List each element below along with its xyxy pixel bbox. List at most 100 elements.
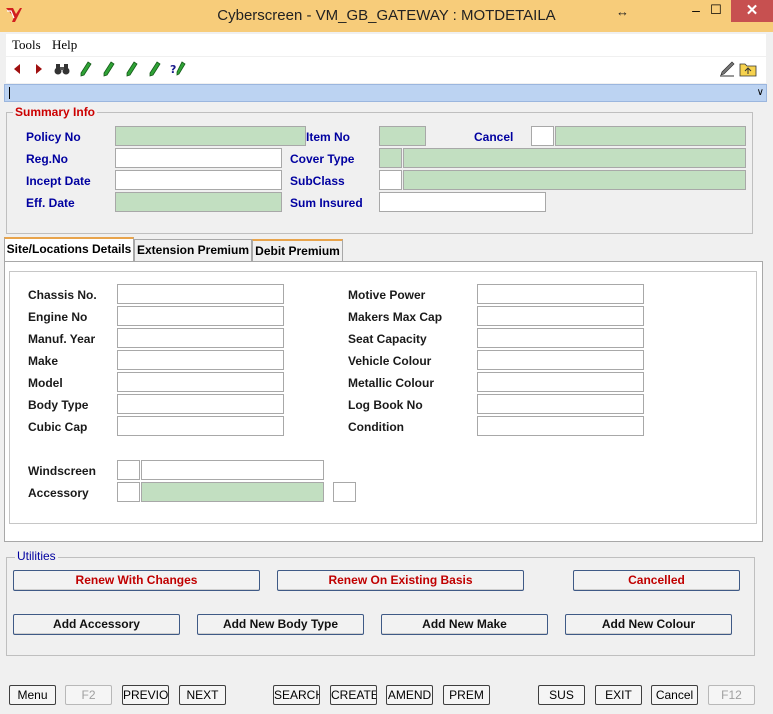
add-new-body-type-button[interactable]: Add New Body Type: [197, 614, 364, 635]
pen-icon[interactable]: [146, 60, 164, 78]
reg-no-label: Reg.No: [26, 152, 68, 166]
sus-button[interactable]: SUS: [538, 685, 585, 705]
pen-icon[interactable]: [100, 60, 118, 78]
accessory-label: Accessory: [28, 486, 89, 500]
seat-capacity-field[interactable]: [477, 328, 644, 348]
menu-bar: Tools Help: [6, 34, 766, 56]
cancelled-button[interactable]: Cancelled: [573, 570, 740, 591]
navigation-combo[interactable]: ∨: [4, 84, 767, 102]
cubic-cap-field[interactable]: [117, 416, 284, 436]
summary-info-title: Summary Info: [13, 105, 98, 119]
add-new-colour-button[interactable]: Add New Colour: [565, 614, 732, 635]
pen-icon[interactable]: [123, 60, 141, 78]
cubic-cap-label: Cubic Cap: [28, 420, 88, 434]
previous-button[interactable]: PREVIO: [122, 685, 169, 705]
create-button[interactable]: CREATE: [330, 685, 377, 705]
eff-date-field[interactable]: [115, 192, 282, 212]
prem-button[interactable]: PREM: [443, 685, 490, 705]
renew-with-changes-button[interactable]: Renew With Changes: [13, 570, 260, 591]
sum-insured-label: Sum Insured: [290, 196, 363, 210]
maximize-button[interactable]: ☐: [703, 0, 729, 22]
cover-type-label: Cover Type: [290, 152, 355, 166]
edit-pencil-icon[interactable]: [718, 60, 736, 78]
metallic-colour-field[interactable]: [477, 372, 644, 392]
tab-debit-premium[interactable]: Debit Premium: [252, 239, 343, 262]
sum-insured-field[interactable]: [379, 192, 546, 212]
windscreen-code-field[interactable]: [117, 460, 140, 480]
item-no-field[interactable]: [379, 126, 426, 146]
menu-tools[interactable]: Tools: [12, 37, 41, 53]
binoculars-icon[interactable]: [53, 60, 71, 78]
next-button[interactable]: NEXT: [179, 685, 226, 705]
folder-icon[interactable]: [739, 60, 757, 78]
search-button[interactable]: SEARCH: [273, 685, 320, 705]
subclass-label: SubClass: [290, 174, 345, 188]
add-new-make-button[interactable]: Add New Make: [381, 614, 548, 635]
reg-no-field[interactable]: [115, 148, 282, 168]
cancel-label: Cancel: [474, 130, 514, 144]
policy-no-field[interactable]: [115, 126, 306, 146]
windscreen-desc-field[interactable]: [141, 460, 324, 480]
renew-on-existing-basis-button[interactable]: Renew On Existing Basis: [277, 570, 524, 591]
makers-max-cap-label: Makers Max Cap: [348, 310, 443, 324]
log-book-no-field[interactable]: [477, 394, 644, 414]
manuf-year-field[interactable]: [117, 328, 284, 348]
text-caret: [9, 87, 10, 99]
model-field[interactable]: [117, 372, 284, 392]
eff-date-label: Eff. Date: [26, 196, 75, 210]
incept-date-label: Incept Date: [26, 174, 91, 188]
menu-help[interactable]: Help: [52, 37, 77, 53]
item-no-label: Item No: [306, 130, 351, 144]
motive-power-field[interactable]: [477, 284, 644, 304]
windscreen-label: Windscreen: [28, 464, 96, 478]
svg-text:?: ?: [170, 63, 176, 76]
subclass-desc-field[interactable]: [403, 170, 746, 190]
cover-type-code-field[interactable]: [379, 148, 402, 168]
tab-extension-premium[interactable]: Extension Premium: [134, 239, 252, 262]
accessory-desc-field[interactable]: [141, 482, 324, 502]
cancel-button[interactable]: Cancel: [651, 685, 698, 705]
resize-icon: ↔: [616, 4, 629, 19]
accessory-extra-field[interactable]: [333, 482, 356, 502]
condition-field[interactable]: [477, 416, 644, 436]
engine-no-label: Engine No: [28, 310, 88, 324]
utilities-title: Utilities: [15, 549, 58, 563]
f2-button[interactable]: F2: [65, 685, 112, 705]
engine-no-field[interactable]: [117, 306, 284, 326]
cancel-code-field[interactable]: [531, 126, 554, 146]
manuf-year-label: Manuf. Year: [28, 332, 96, 346]
help-pen-icon[interactable]: ?: [169, 60, 187, 78]
window-title: Cyberscreen - VM_GB_GATEWAY : MOTDETAILA: [217, 7, 556, 24]
exit-button[interactable]: EXIT: [595, 685, 642, 705]
chassis-no-label: Chassis No.: [28, 288, 97, 302]
forward-arrow-icon[interactable]: [30, 60, 48, 78]
cancel-desc-field[interactable]: [555, 126, 746, 146]
chevron-down-icon[interactable]: ∨: [757, 85, 764, 101]
log-book-no-label: Log Book No: [348, 398, 423, 412]
chassis-no-field[interactable]: [117, 284, 284, 304]
metallic-colour-label: Metallic Colour: [348, 376, 435, 390]
policy-no-label: Policy No: [26, 130, 81, 144]
seat-capacity-label: Seat Capacity: [348, 332, 427, 346]
back-arrow-icon[interactable]: [8, 60, 26, 78]
title-bar: Cyberscreen - VM_GB_GATEWAY : MOTDETAILA…: [0, 0, 773, 32]
body-type-field[interactable]: [117, 394, 284, 414]
f12-button[interactable]: F12: [708, 685, 755, 705]
vehicle-colour-field[interactable]: [477, 350, 644, 370]
menu-button[interactable]: Menu: [9, 685, 56, 705]
amend-button[interactable]: AMEND: [386, 685, 433, 705]
makers-max-cap-field[interactable]: [477, 306, 644, 326]
incept-date-field[interactable]: [115, 170, 282, 190]
make-field[interactable]: [117, 350, 284, 370]
pen-icon[interactable]: [77, 60, 95, 78]
condition-label: Condition: [348, 420, 404, 434]
tab-site-locations[interactable]: Site/Locations Details: [4, 237, 134, 262]
accessory-code-field[interactable]: [117, 482, 140, 502]
cover-type-desc-field[interactable]: [403, 148, 746, 168]
model-label: Model: [28, 376, 63, 390]
toolbar: ?: [6, 57, 766, 83]
vehicle-colour-label: Vehicle Colour: [348, 354, 432, 368]
add-accessory-button[interactable]: Add Accessory: [13, 614, 180, 635]
close-button[interactable]: ✕: [731, 0, 773, 22]
subclass-code-field[interactable]: [379, 170, 402, 190]
